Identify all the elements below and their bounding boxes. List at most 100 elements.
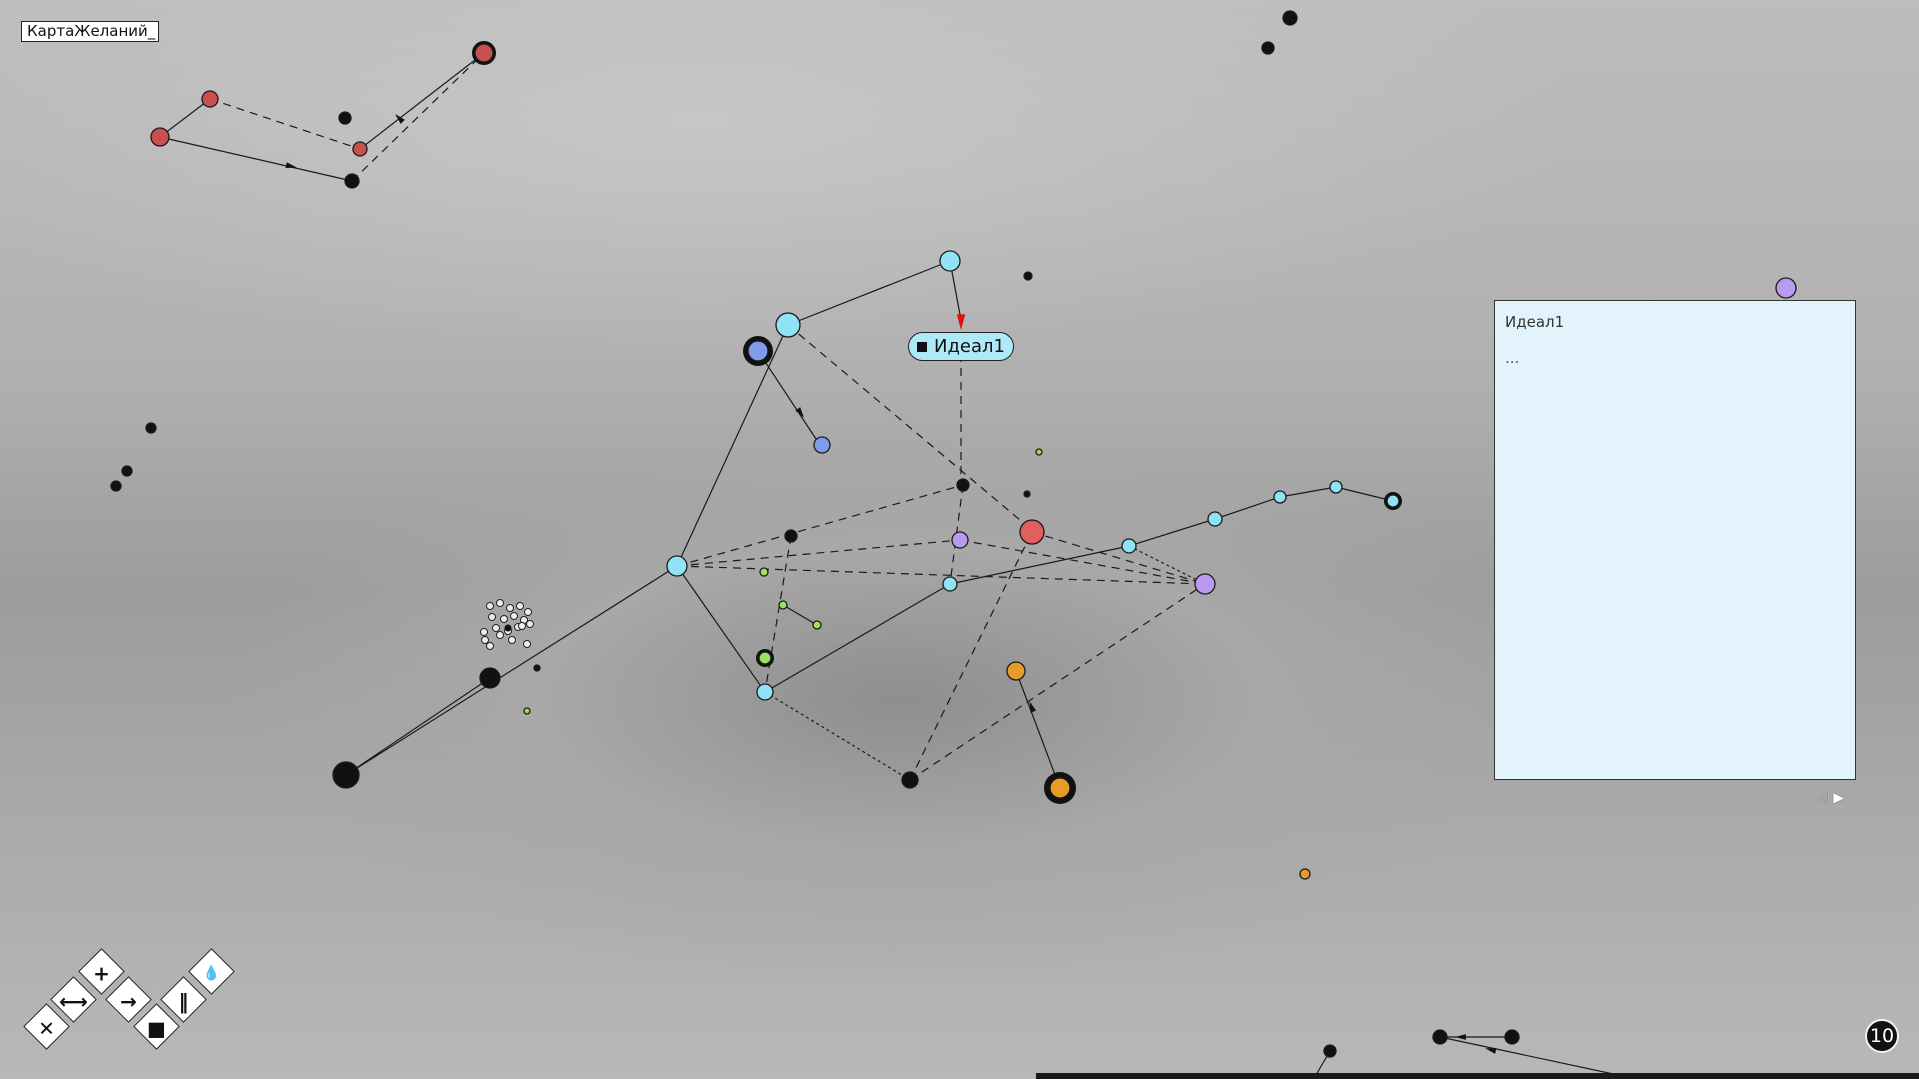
graph-node[interactable] bbox=[150, 127, 170, 147]
graph-node[interactable] bbox=[533, 664, 541, 672]
cluster-point[interactable] bbox=[500, 615, 508, 623]
edge-arrowhead[interactable] bbox=[1029, 701, 1037, 713]
graph-node[interactable] bbox=[758, 651, 772, 665]
edge-line[interactable] bbox=[676, 539, 961, 567]
graph-node[interactable] bbox=[1323, 1044, 1337, 1058]
cluster-point[interactable] bbox=[486, 602, 494, 610]
cluster-point[interactable] bbox=[524, 608, 532, 616]
cluster-center-point[interactable] bbox=[504, 624, 512, 632]
graph-node[interactable] bbox=[332, 761, 360, 789]
graph-node[interactable] bbox=[1207, 511, 1223, 527]
edge-line[interactable] bbox=[345, 565, 678, 776]
edge-line[interactable] bbox=[909, 531, 1033, 781]
graph-node[interactable] bbox=[813, 436, 831, 454]
edge-line[interactable] bbox=[1015, 670, 1061, 789]
selected-node-label[interactable]: Идеал1 bbox=[908, 332, 1014, 361]
graph-node[interactable] bbox=[1299, 868, 1311, 880]
cluster-point[interactable] bbox=[496, 599, 504, 607]
cluster-point[interactable] bbox=[506, 604, 514, 612]
graph-node[interactable] bbox=[1035, 448, 1043, 456]
graph-node[interactable] bbox=[939, 250, 961, 272]
graph-node[interactable] bbox=[775, 312, 801, 338]
graph-node[interactable] bbox=[778, 600, 788, 610]
graph-node[interactable] bbox=[1261, 41, 1275, 55]
note-body[interactable]: ... bbox=[1505, 349, 1845, 367]
map-title-field[interactable]: КартаЖеланий_ bbox=[21, 21, 159, 42]
graph-node[interactable] bbox=[523, 707, 531, 715]
edge-line[interactable] bbox=[345, 677, 491, 776]
edge-line[interactable] bbox=[676, 324, 789, 567]
graph-node[interactable] bbox=[1282, 10, 1298, 26]
graph-node[interactable] bbox=[338, 111, 352, 125]
edge-arrowhead[interactable] bbox=[1485, 1048, 1497, 1054]
graph-node[interactable] bbox=[666, 555, 688, 577]
graph-node[interactable] bbox=[951, 531, 969, 549]
cluster-point[interactable] bbox=[486, 642, 494, 650]
cluster-point[interactable] bbox=[496, 631, 504, 639]
graph-node[interactable] bbox=[1121, 538, 1137, 554]
graph-node[interactable] bbox=[1194, 573, 1216, 595]
graph-node[interactable] bbox=[1023, 271, 1033, 281]
cluster-point[interactable] bbox=[518, 622, 526, 630]
graph-node[interactable] bbox=[1049, 777, 1071, 799]
prev-note-icon[interactable]: ◁ bbox=[1818, 790, 1829, 806]
edge-line[interactable] bbox=[1279, 486, 1337, 498]
bottom-scrollbar[interactable] bbox=[1036, 1073, 1919, 1079]
graph-node[interactable] bbox=[1019, 519, 1045, 545]
graph-node[interactable] bbox=[201, 90, 219, 108]
edge-arrowhead[interactable] bbox=[1455, 1034, 1466, 1040]
cluster-point[interactable] bbox=[480, 628, 488, 636]
edge-line[interactable] bbox=[959, 539, 1206, 585]
graph-node[interactable] bbox=[1023, 490, 1031, 498]
cluster-point[interactable] bbox=[492, 624, 500, 632]
graph-node[interactable] bbox=[344, 173, 360, 189]
edge-line[interactable] bbox=[676, 565, 1206, 585]
edge-line[interactable] bbox=[1439, 1036, 1619, 1076]
graph-node[interactable] bbox=[1432, 1029, 1448, 1045]
cluster-point[interactable] bbox=[508, 636, 516, 644]
edge-line[interactable] bbox=[159, 136, 353, 182]
graph-node[interactable] bbox=[756, 683, 774, 701]
graph-node[interactable] bbox=[956, 478, 970, 492]
edge-line[interactable] bbox=[787, 260, 951, 326]
cluster-point[interactable] bbox=[510, 612, 518, 620]
edge-line[interactable] bbox=[764, 583, 951, 693]
edge-line[interactable] bbox=[764, 535, 792, 693]
graph-node[interactable] bbox=[812, 620, 822, 630]
graph-node[interactable] bbox=[479, 667, 501, 689]
graph-node[interactable] bbox=[1273, 490, 1287, 504]
cluster-point[interactable] bbox=[526, 620, 534, 628]
edge-arrowhead[interactable] bbox=[285, 162, 297, 168]
cluster-point[interactable] bbox=[481, 636, 489, 644]
edge-line[interactable] bbox=[782, 604, 818, 626]
graph-node[interactable] bbox=[352, 141, 368, 157]
edge-arrowhead[interactable] bbox=[956, 314, 966, 330]
graph-node[interactable] bbox=[1329, 480, 1343, 494]
cluster-point[interactable] bbox=[523, 640, 531, 648]
edge-line[interactable] bbox=[676, 565, 766, 693]
edge-line[interactable] bbox=[757, 350, 821, 446]
graph-node[interactable] bbox=[1504, 1029, 1520, 1045]
edge-line[interactable] bbox=[209, 98, 361, 150]
graph-node[interactable] bbox=[145, 422, 157, 434]
graph-node[interactable] bbox=[474, 43, 494, 63]
edge-line[interactable] bbox=[359, 52, 485, 150]
edge-line[interactable] bbox=[1128, 518, 1216, 547]
edge-line[interactable] bbox=[909, 583, 1206, 781]
graph-node[interactable] bbox=[747, 340, 769, 362]
graph-node[interactable] bbox=[759, 567, 769, 577]
graph-node[interactable] bbox=[110, 480, 122, 492]
graph-node[interactable] bbox=[1775, 277, 1797, 299]
graph-node[interactable] bbox=[1006, 661, 1026, 681]
graph-node[interactable] bbox=[901, 771, 919, 789]
cluster-point[interactable] bbox=[488, 613, 496, 621]
next-note-icon[interactable]: ▶ bbox=[1833, 790, 1844, 806]
graph-node[interactable] bbox=[942, 576, 958, 592]
edge-line[interactable] bbox=[764, 691, 911, 781]
edge-line[interactable] bbox=[676, 484, 964, 567]
cluster-point[interactable] bbox=[516, 602, 524, 610]
graph-node[interactable] bbox=[121, 465, 133, 477]
edge-line[interactable] bbox=[1214, 496, 1281, 520]
note-panel[interactable]: Идеал1 ... bbox=[1494, 300, 1856, 780]
graph-node[interactable] bbox=[784, 529, 798, 543]
